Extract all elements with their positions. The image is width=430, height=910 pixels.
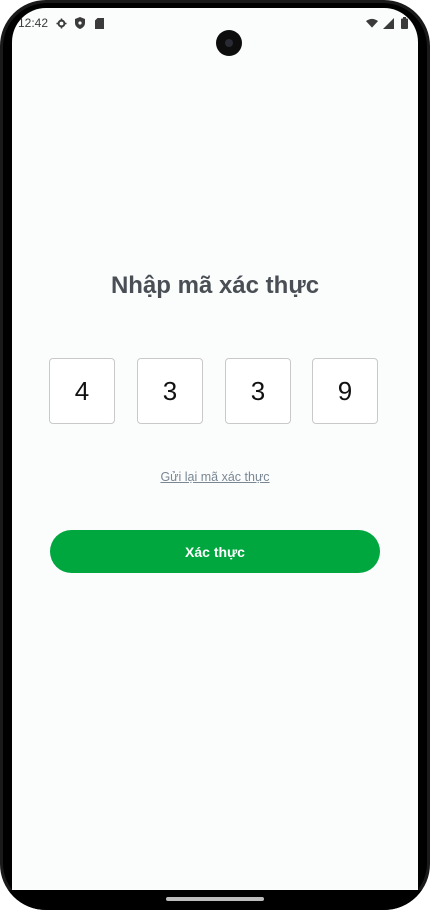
status-right [366, 17, 410, 29]
front-camera [216, 30, 242, 56]
settings-icon [55, 17, 67, 29]
status-bar: 12:42 [12, 8, 418, 38]
wifi-icon [366, 17, 378, 29]
otp-digit-1[interactable]: 4 [49, 358, 115, 424]
otp-digit-2[interactable]: 3 [137, 358, 203, 424]
status-time: 12:42 [18, 16, 49, 30]
otp-digit-3[interactable]: 3 [225, 358, 291, 424]
app-screen: 12:42 Nhập mã xác thực 4 3 3 9 Gửi lại m… [12, 8, 418, 890]
signal-icon [382, 17, 394, 29]
phone-frame: 12:42 Nhập mã xác thực 4 3 3 9 Gửi lại m… [0, 0, 430, 910]
verify-button[interactable]: Xác thực [50, 530, 380, 573]
sd-card-icon [93, 17, 105, 29]
battery-icon [398, 17, 410, 29]
gesture-nav-handle[interactable] [166, 897, 264, 901]
status-left: 12:42 [18, 16, 105, 30]
otp-input-row: 4 3 3 9 [49, 358, 381, 426]
page-title: Nhập mã xác thực [110, 272, 320, 299]
resend-code-link[interactable]: Gửi lại mã xác thực [12, 470, 418, 484]
shield-icon [74, 17, 86, 29]
otp-digit-4[interactable]: 9 [312, 358, 378, 424]
